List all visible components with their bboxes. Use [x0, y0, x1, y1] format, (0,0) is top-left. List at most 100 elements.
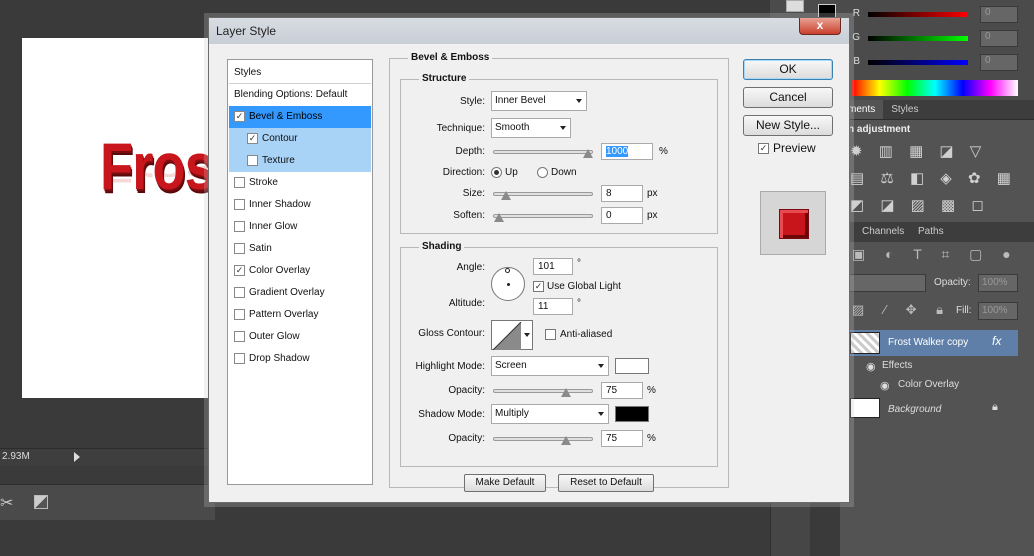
style-item[interactable]: Satin: [229, 238, 371, 260]
anti-aliased-checkbox[interactable]: [545, 329, 556, 340]
scissors-icon[interactable]: ✂: [0, 493, 13, 513]
slider-thumb[interactable]: [494, 213, 504, 222]
ok-button[interactable]: OK: [743, 59, 833, 80]
color-slider-g[interactable]: G 0: [852, 30, 1022, 48]
style-item[interactable]: ✓ Contour: [229, 128, 371, 150]
channel-value[interactable]: 0: [980, 6, 1018, 23]
close-button[interactable]: x: [799, 18, 841, 35]
angle-field[interactable]: 101: [533, 258, 573, 275]
lock-icons[interactable]: ▨ ⁄ ✥ 🔒︎: [852, 302, 951, 318]
angle-dial[interactable]: [491, 267, 525, 301]
depth-slider[interactable]: [493, 149, 593, 158]
style-item[interactable]: Outer Glow: [229, 326, 371, 348]
style-checkbox[interactable]: [234, 331, 245, 342]
style-checkbox[interactable]: [234, 199, 245, 210]
technique-select[interactable]: Smooth: [491, 118, 571, 138]
style-item[interactable]: Pattern Overlay: [229, 304, 371, 326]
tab-styles[interactable]: Styles: [883, 100, 926, 119]
style-item[interactable]: Styles: [229, 62, 371, 84]
style-item[interactable]: Drop Shadow: [229, 348, 371, 370]
highlight-mode-select[interactable]: Screen: [491, 356, 609, 376]
style-checkbox[interactable]: [234, 287, 245, 298]
opacity-field[interactable]: 100%: [978, 274, 1018, 292]
soften-slider[interactable]: [493, 213, 593, 222]
style-item[interactable]: Inner Glow: [229, 216, 371, 238]
direction-down-radio[interactable]: [537, 167, 548, 178]
eye-icon[interactable]: ◉: [866, 360, 876, 373]
adjustment-icons-row-3[interactable]: ◩ ◪ ▨ ▩ ◻: [850, 196, 990, 214]
style-item[interactable]: ✓ Bevel & Emboss: [229, 106, 371, 128]
altitude-field[interactable]: 11: [533, 298, 573, 315]
style-item[interactable]: Texture: [229, 150, 371, 172]
style-item[interactable]: Blending Options: Default: [229, 84, 371, 106]
channel-track[interactable]: [868, 36, 968, 41]
global-light-checkbox[interactable]: ✓: [533, 281, 544, 292]
dial-handle[interactable]: [505, 268, 510, 273]
reset-to-default-button[interactable]: Reset to Default: [558, 474, 654, 492]
gloss-contour-picker[interactable]: [491, 320, 533, 350]
layer-name[interactable]: Frost Walker copy: [888, 337, 968, 348]
direction-up-radio[interactable]: [491, 167, 502, 178]
adjustment-icons-row-2[interactable]: ▤ ⚖ ◧ ◈ ✿ ▦: [850, 169, 1017, 187]
soften-field[interactable]: 0: [601, 207, 643, 224]
layer-row-background[interactable]: Background 🔒︎: [846, 398, 1018, 422]
eye-icon[interactable]: ◉: [880, 379, 890, 392]
fill-field[interactable]: 100%: [978, 302, 1018, 320]
make-default-button[interactable]: Make Default: [464, 474, 546, 492]
style-checkbox[interactable]: ✓: [234, 265, 245, 276]
size-field[interactable]: 8: [601, 185, 643, 202]
channel-value[interactable]: 0: [980, 30, 1018, 47]
direction-up-label[interactable]: Up: [505, 167, 518, 178]
layer-name[interactable]: Background: [888, 404, 941, 415]
adjustment-icons-row-1[interactable]: ✹ ▥ ▦ ◪ ▽: [850, 142, 987, 160]
tab-paths[interactable]: Paths: [918, 226, 944, 237]
slider-thumb[interactable]: [583, 149, 593, 158]
shadow-color-swatch[interactable]: [615, 406, 649, 422]
direction-down-label[interactable]: Down: [551, 167, 577, 178]
fx-icon[interactable]: fx: [992, 334, 1001, 348]
channel-track[interactable]: [868, 12, 968, 17]
dialog-titlebar[interactable]: Layer Style x: [209, 18, 849, 44]
style-checkbox[interactable]: [234, 221, 245, 232]
color-slider-b[interactable]: B 0: [852, 54, 1022, 72]
shadow-opacity-field[interactable]: 75: [601, 430, 643, 447]
new-style-button[interactable]: New Style...: [743, 115, 833, 136]
channel-track[interactable]: [868, 60, 968, 65]
preview-label[interactable]: Preview: [773, 141, 816, 155]
channel-value[interactable]: 0: [980, 54, 1018, 71]
transition-icon[interactable]: [34, 495, 48, 509]
cancel-button[interactable]: Cancel: [743, 87, 833, 108]
style-item[interactable]: ✓ Color Overlay: [229, 260, 371, 282]
preview-checkbox[interactable]: ✓: [758, 143, 769, 154]
color-slider-r[interactable]: R 0: [852, 6, 1022, 24]
depth-field[interactable]: 1000: [601, 143, 653, 160]
highlight-color-swatch[interactable]: [615, 358, 649, 374]
shadow-opacity-slider[interactable]: [493, 436, 593, 445]
size-slider[interactable]: [493, 191, 593, 200]
default-colors-icon[interactable]: [786, 0, 804, 12]
slider-thumb[interactable]: [560, 388, 571, 397]
slider-thumb[interactable]: [501, 191, 512, 200]
style-checkbox[interactable]: ✓: [247, 133, 258, 144]
status-menu-arrow-icon[interactable]: [74, 452, 80, 462]
style-item[interactable]: Inner Shadow: [229, 194, 371, 216]
style-checkbox[interactable]: [234, 243, 245, 254]
style-checkbox[interactable]: [234, 309, 245, 320]
style-checkbox[interactable]: [234, 177, 245, 188]
slider-thumb[interactable]: [560, 436, 571, 445]
style-checkbox[interactable]: [234, 353, 245, 364]
style-checkbox[interactable]: ✓: [234, 111, 245, 122]
blend-mode-select[interactable]: [846, 274, 926, 292]
shadow-mode-select[interactable]: Multiply: [491, 404, 609, 424]
highlight-opacity-slider[interactable]: [493, 388, 593, 397]
style-select[interactable]: Inner Bevel: [491, 91, 587, 111]
style-checkbox[interactable]: [247, 155, 258, 166]
layer-row-selected[interactable]: Frost Walker copy fx: [846, 330, 1018, 356]
style-item[interactable]: Gradient Overlay: [229, 282, 371, 304]
global-light-label[interactable]: Use Global Light: [547, 281, 621, 292]
highlight-opacity-field[interactable]: 75: [601, 382, 643, 399]
document-canvas[interactable]: [22, 38, 222, 398]
layer-filter-icons[interactable]: ▣ ◐ T ⌗ ▢ ●: [852, 246, 1019, 263]
color-spectrum[interactable]: [852, 80, 1018, 96]
anti-aliased-label[interactable]: Anti-aliased: [560, 329, 612, 340]
